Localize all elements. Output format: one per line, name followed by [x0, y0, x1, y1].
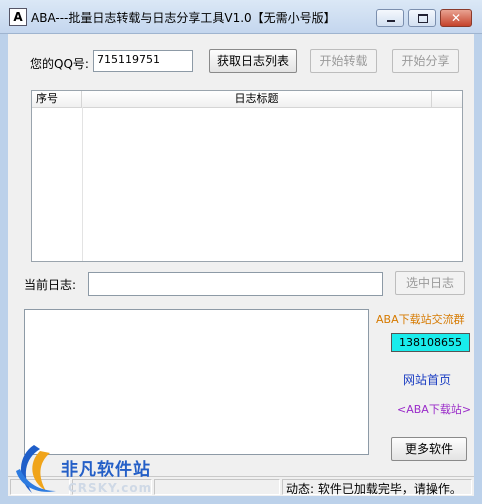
home-page-link[interactable]: 网站首页 — [403, 371, 451, 388]
start-repost-button[interactable]: 开始转载 — [310, 49, 377, 73]
column-header-filler — [432, 91, 462, 107]
minimize-button[interactable] — [376, 9, 404, 27]
column-header-number[interactable]: 序号 — [32, 91, 82, 107]
log-list-header: 序号 日志标题 — [32, 91, 462, 108]
close-icon: ✕ — [450, 11, 462, 25]
column-header-title[interactable]: 日志标题 — [82, 91, 432, 107]
get-log-list-button[interactable]: 获取日志列表 — [209, 49, 297, 73]
app-window: A ABA---批量日志转载与日志分享工具V1.0【无需小号版】 ✕ 您的QQ号… — [0, 0, 482, 504]
window-title: ABA---批量日志转载与日志分享工具V1.0【无需小号版】 — [31, 11, 336, 25]
current-log-input[interactable] — [88, 272, 383, 296]
current-log-label: 当前日志: — [24, 278, 77, 292]
client-area: 您的QQ号: 715119751 获取日志列表 开始转载 开始分享 序号 日志标… — [8, 34, 474, 496]
column-divider — [82, 107, 83, 261]
maximize-button[interactable] — [408, 9, 436, 27]
close-button[interactable]: ✕ — [440, 9, 472, 27]
app-icon: A — [9, 8, 27, 26]
maximize-icon — [418, 14, 428, 23]
more-software-button[interactable]: 更多软件 — [391, 437, 467, 461]
log-list[interactable]: 序号 日志标题 — [31, 90, 463, 262]
status-text: 动态: 软件已加载完毕，请操作。 — [286, 482, 462, 496]
status-pane-1 — [10, 479, 70, 495]
minimize-icon — [387, 20, 395, 22]
qq-group-label: ABA下载站交流群 — [376, 313, 465, 326]
qq-label: 您的QQ号: — [30, 57, 89, 71]
status-bar: 动态: 软件已加载完毕，请操作。 — [8, 476, 474, 497]
title-bar[interactable]: A ABA---批量日志转载与日志分享工具V1.0【无需小号版】 ✕ — [0, 0, 482, 34]
qq-group-number[interactable]: 138108655 — [391, 333, 470, 352]
log-output-area[interactable] — [24, 309, 369, 455]
status-pane-3 — [154, 479, 280, 495]
qq-input[interactable]: 715119751 — [93, 50, 193, 72]
select-log-button[interactable]: 选中日志 — [395, 271, 465, 295]
aba-site-link[interactable]: <ABA下载站> — [397, 401, 471, 417]
start-share-button[interactable]: 开始分享 — [392, 49, 459, 73]
status-pane-2 — [72, 479, 152, 495]
